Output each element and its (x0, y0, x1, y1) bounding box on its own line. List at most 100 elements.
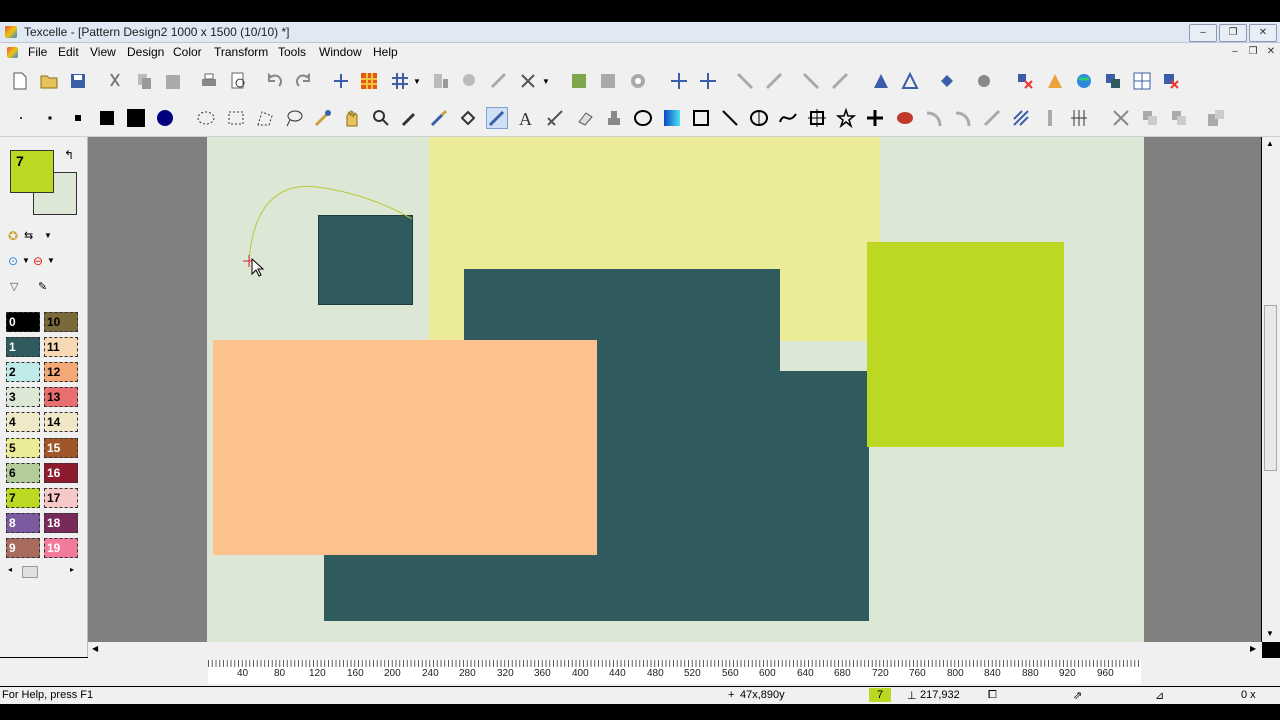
arc-brush-icon[interactable] (923, 107, 945, 129)
palette-swatch-18[interactable]: 18 (44, 513, 78, 533)
mode-dropdown-icon[interactable]: ▼ (44, 231, 52, 240)
globe-icon[interactable] (1073, 70, 1095, 92)
palette-swatch-7[interactable]: 7 (6, 488, 40, 508)
paste-icon[interactable] (162, 70, 184, 92)
scroll-right-icon[interactable]: ▶ (1250, 644, 1256, 653)
brush-color-control[interactable]: ⊙ ▼ ⊖ ▼ (6, 254, 56, 270)
motif-tool-icon[interactable] (894, 107, 916, 129)
color-mode-control[interactable]: ✪ ⇆ ▼ (6, 229, 56, 245)
shrink-icon[interactable] (734, 70, 756, 92)
brush-icon[interactable] (428, 107, 450, 129)
filter-icon[interactable]: ▽ (10, 280, 18, 293)
current-color-swatch[interactable]: 7 (10, 150, 54, 193)
skew-icon[interactable] (488, 70, 510, 92)
palette-swatch-6[interactable]: 6 (6, 463, 40, 483)
mdi-close-button[interactable]: ✕ (1264, 45, 1278, 58)
lasso-icon[interactable] (283, 107, 305, 129)
flip-horizontal-icon[interactable] (668, 70, 690, 92)
palette-swatch-4[interactable]: 4 (6, 412, 40, 432)
grid-icon[interactable] (389, 70, 411, 92)
menu-help[interactable]: Help (373, 45, 398, 59)
blue-dropdown-icon[interactable]: ▼ (22, 256, 30, 265)
grid-dropdown-icon[interactable]: ▼ (413, 77, 421, 86)
menu-design[interactable]: Design (127, 45, 164, 59)
menu-file[interactable]: File (28, 45, 47, 59)
zoom-icon[interactable] (370, 107, 392, 129)
reduce-colors-icon[interactable] (1014, 70, 1036, 92)
swap-colors-icon[interactable]: ↰ (64, 148, 74, 162)
mdi-restore-button[interactable]: ❐ (1246, 45, 1260, 58)
menu-tools[interactable]: Tools (278, 45, 306, 59)
expand-icon[interactable] (763, 70, 785, 92)
mdi-minimize-button[interactable]: – (1228, 45, 1242, 58)
curve-tool-icon[interactable] (777, 107, 799, 129)
menu-view[interactable]: View (90, 45, 116, 59)
scroll-left-icon[interactable]: ◀ (92, 644, 98, 653)
palette-swatch-15[interactable]: 15 (44, 438, 78, 458)
new-file-icon[interactable] (9, 70, 31, 92)
open-folder-icon[interactable] (38, 70, 60, 92)
palette-swatch-13[interactable]: 13 (44, 387, 78, 407)
pattern-brush-icon[interactable] (544, 107, 566, 129)
brush-size-5-icon[interactable] (125, 107, 147, 129)
rotate-icon[interactable] (899, 70, 921, 92)
recolor-icon[interactable] (1044, 70, 1066, 92)
rect-select-icon[interactable] (225, 107, 247, 129)
print-icon[interactable] (198, 70, 220, 92)
star-tool-icon[interactable] (835, 107, 857, 129)
diagonal-tool-icon[interactable] (981, 107, 1003, 129)
brush-size-1-icon[interactable] (10, 107, 32, 129)
block-2-icon[interactable] (1168, 107, 1190, 129)
delete-colors-icon[interactable] (1160, 70, 1182, 92)
palette-swatch-12[interactable]: 12 (44, 362, 78, 382)
zoom-area-icon[interactable] (459, 70, 481, 92)
vertical-bar-icon[interactable] (1039, 107, 1061, 129)
palette-scroll-left-icon[interactable]: ◂ (8, 565, 12, 574)
palette-swatch-8[interactable]: 8 (6, 513, 40, 533)
line-tool-icon[interactable] (719, 107, 741, 129)
vertical-scroll-thumb[interactable] (1264, 305, 1277, 471)
stamp-icon[interactable] (603, 107, 625, 129)
eraser-icon[interactable] (574, 107, 596, 129)
cross-tool-icon[interactable] (864, 107, 886, 129)
minimize-button[interactable]: – (1189, 24, 1217, 42)
mirror-icon[interactable] (870, 70, 892, 92)
vertical-scrollbar[interactable]: ▲ ▼ (1262, 137, 1280, 642)
palette-scrollbar[interactable]: ◂ ▸ (6, 565, 80, 578)
palette-swatch-16[interactable]: 16 (44, 463, 78, 483)
scroll-up-icon[interactable]: ▲ (1266, 139, 1274, 148)
color-table-icon[interactable] (1131, 70, 1153, 92)
palette-swatch-0[interactable]: 0 (6, 312, 40, 332)
menu-color[interactable]: Color (173, 45, 202, 59)
arrange-icon[interactable] (1205, 107, 1227, 129)
cut-icon[interactable] (104, 70, 126, 92)
palette-swatch-5[interactable]: 5 (6, 438, 40, 458)
palette-scroll-right-icon[interactable]: ▸ (70, 565, 74, 574)
menu-window[interactable]: Window (319, 45, 362, 59)
ellipse-tool-icon[interactable] (632, 107, 654, 129)
horizontal-scrollbar[interactable]: ◀ ▶ (88, 642, 1262, 658)
paint-bucket-icon[interactable] (936, 70, 958, 92)
palette-swatch-11[interactable]: 11 (44, 337, 78, 357)
scale-up-icon[interactable] (829, 70, 851, 92)
repeat-pattern-icon[interactable] (330, 70, 352, 92)
eyedropper-icon[interactable] (399, 107, 421, 129)
pan-hand-icon[interactable] (341, 107, 363, 129)
close-button[interactable]: ✕ (1249, 24, 1277, 42)
palette-swatch-1[interactable]: 1 (6, 337, 40, 357)
palette-swatch-9[interactable]: 9 (6, 538, 40, 558)
menu-edit[interactable]: Edit (58, 45, 79, 59)
hand-tool-icon[interactable] (973, 70, 995, 92)
round-brush-icon[interactable] (154, 107, 176, 129)
edit-color-icon[interactable]: ✎ (38, 280, 47, 293)
pencil-icon[interactable] (486, 107, 508, 129)
frame-icon[interactable] (597, 70, 619, 92)
palette-swatch-10[interactable]: 10 (44, 312, 78, 332)
scale-down-icon[interactable] (800, 70, 822, 92)
palette-scroll-thumb[interactable] (22, 566, 38, 578)
palette-swatch-14[interactable]: 14 (44, 412, 78, 432)
fill-icon[interactable] (457, 107, 479, 129)
align-icon[interactable] (430, 70, 452, 92)
layers-stack-icon[interactable] (1102, 70, 1124, 92)
save-icon[interactable] (67, 70, 89, 92)
